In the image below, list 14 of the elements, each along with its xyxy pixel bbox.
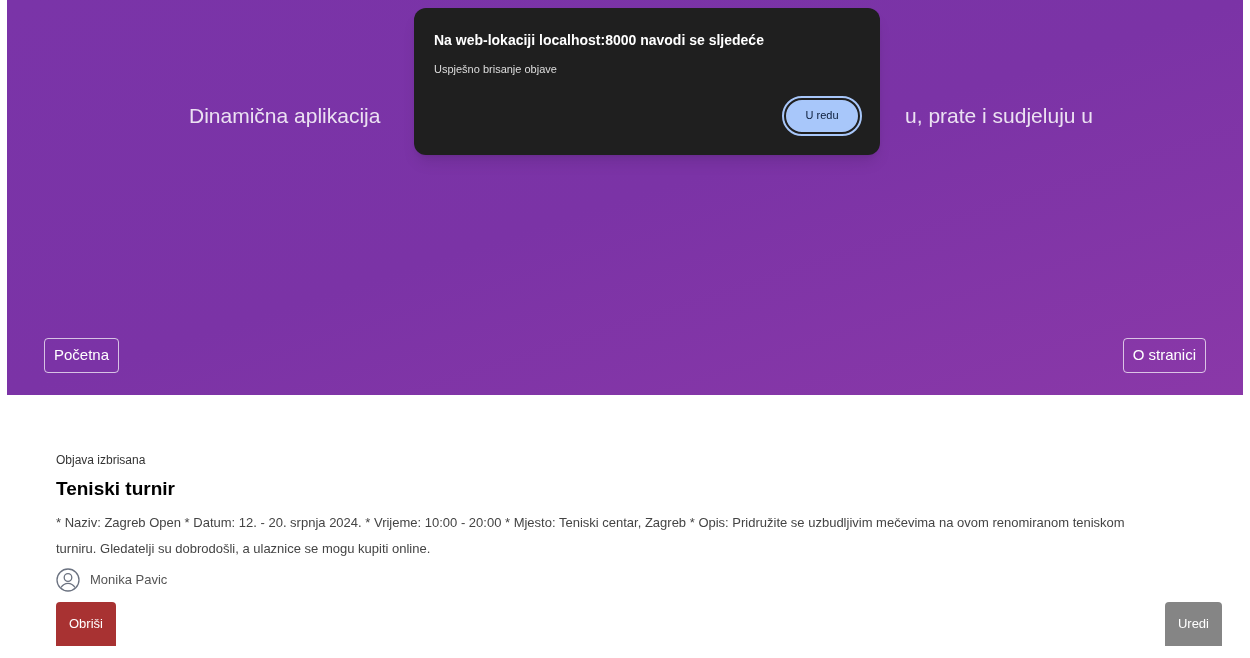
nav-link[interactable]: O stranici (1122, 338, 1206, 373)
post-title: Teniski turnir (56, 477, 176, 501)
post-body: * Naziv: Zagreb Open * Datum: 12. - 20. srpnja 2024. * Vrijeme: 10:00 - 20:00 * Mjesto: Teniski centar, Zagreb * Opis: Pridružite se uzbudljivim mečevima na ovom renomiranom teniskom turniru. Gledatelji su dobrodošli, a ulaznice se mogu kupiti online. (56, 513, 1126, 558)
dialog-message: Uspješno brisanje objave (434, 62, 558, 77)
nav-link[interactable]: Početna (44, 338, 120, 373)
dialog-title: Na web-lokaciji localhost:8000 navodi se sljedeće (434, 31, 765, 50)
status-text: Objava izbrisana (56, 452, 147, 469)
author-name: Monika Pavic (90, 570, 168, 589)
delete-button[interactable]: Obriši (56, 601, 116, 646)
tagline: u, prate i sudjeluju u (905, 103, 1093, 129)
ok-button[interactable]: U redu (784, 97, 860, 134)
user-icon (56, 567, 80, 592)
tagline: Dinamična aplikacija (189, 103, 381, 129)
edit-button[interactable]: Uredi (1164, 601, 1222, 646)
